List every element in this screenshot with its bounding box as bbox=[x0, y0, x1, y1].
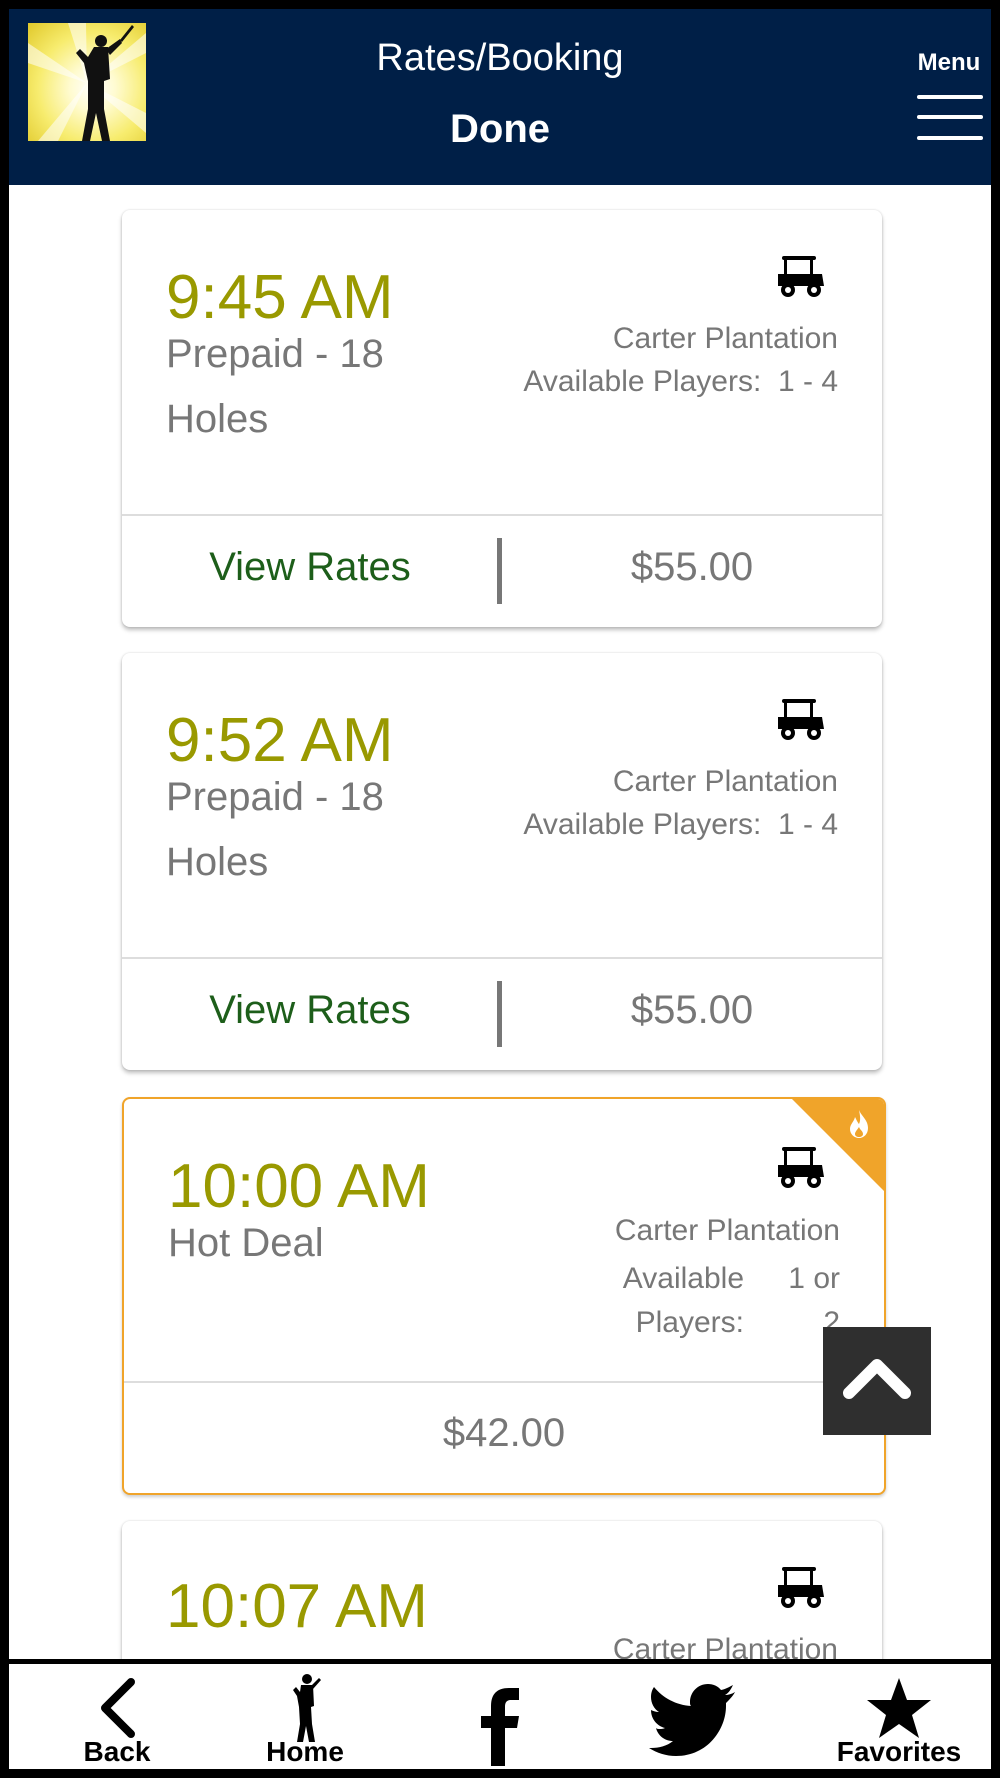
facebook-button[interactable] bbox=[469, 1664, 539, 1769]
home-label: Home bbox=[266, 1736, 344, 1767]
course-name: Carter Plantation bbox=[612, 765, 838, 798]
star-icon bbox=[867, 1678, 931, 1738]
rate-name: Prepaid - 18 Holes bbox=[166, 332, 384, 441]
players-value: 1 - 4 bbox=[777, 365, 838, 398]
tee-time-card[interactable]: 9:52 AM Prepaid - 18 Holes Carter Planta… bbox=[122, 653, 882, 1070]
chevron-up-icon bbox=[843, 1359, 911, 1399]
app-frame: Rates/Booking Done Menu 9:45 AM Prepaid … bbox=[9, 9, 991, 1769]
players-label: Available bbox=[622, 1262, 744, 1295]
price[interactable]: $42.00 bbox=[124, 1411, 884, 1456]
favorites-label: Favorites bbox=[836, 1736, 962, 1767]
players-label: Available Players: bbox=[523, 808, 762, 841]
header-bar: Rates/Booking Done Menu bbox=[9, 9, 991, 185]
favorites-button[interactable]: Favorites bbox=[829, 1664, 969, 1769]
tee-time-list[interactable]: 9:45 AM Prepaid - 18 Holes Carter Planta… bbox=[9, 185, 991, 1659]
players-label: Players: bbox=[635, 1306, 744, 1339]
menu-label: Menu bbox=[917, 49, 981, 76]
view-rates-button[interactable]: View Rates bbox=[122, 988, 498, 1033]
course-name: Carter Plantation bbox=[612, 1633, 838, 1659]
back-chevron-icon bbox=[101, 1678, 135, 1738]
golfer-home-icon bbox=[293, 1674, 321, 1742]
tee-time: 10:07 AM bbox=[166, 1572, 428, 1641]
done-button[interactable]: Done bbox=[9, 107, 991, 152]
golf-cart-icon bbox=[778, 1567, 824, 1608]
available-players: Available Players: 1 - 4 bbox=[523, 365, 838, 399]
facebook-icon bbox=[481, 1688, 519, 1766]
view-rates-button[interactable]: View Rates bbox=[122, 545, 498, 590]
scroll-to-top-button[interactable] bbox=[823, 1327, 931, 1435]
course-name: Carter Plantation bbox=[612, 322, 838, 355]
twitter-button[interactable] bbox=[649, 1664, 739, 1769]
golf-cart-icon bbox=[778, 1147, 824, 1188]
card-divider bbox=[124, 1381, 884, 1383]
flame-icon bbox=[850, 1110, 868, 1138]
hot-deal-card[interactable]: 10:00 AM Hot Deal Carter Plantation Avai… bbox=[122, 1097, 886, 1495]
golf-cart-icon bbox=[778, 699, 824, 740]
available-players: Available Players: 1 - 4 bbox=[523, 808, 838, 842]
home-button[interactable]: Home bbox=[235, 1664, 375, 1769]
card-divider bbox=[122, 514, 882, 516]
course-name: Carter Plantation bbox=[614, 1214, 840, 1247]
players-label: Available Players: bbox=[523, 365, 762, 398]
golf-cart-icon bbox=[778, 256, 824, 297]
players-value: 1 or bbox=[788, 1262, 840, 1295]
page-title: Rates/Booking bbox=[376, 37, 624, 79]
price: $55.00 bbox=[630, 545, 754, 589]
back-button[interactable]: Back bbox=[49, 1664, 185, 1769]
tee-time-card[interactable]: 9:45 AM Prepaid - 18 Holes Carter Planta… bbox=[122, 210, 882, 627]
card-divider bbox=[122, 957, 882, 959]
tee-time-card[interactable]: 10:07 AM Carter Plantation bbox=[122, 1521, 882, 1659]
players-value: 1 - 4 bbox=[777, 808, 838, 841]
rate-name: Prepaid - 18 Holes bbox=[166, 775, 384, 884]
price: $55.00 bbox=[630, 988, 754, 1032]
bottom-nav-bar: Back Home Favorites bbox=[9, 1659, 991, 1769]
back-label: Back bbox=[83, 1736, 151, 1767]
rate-name: Hot Deal bbox=[168, 1221, 324, 1265]
twitter-icon bbox=[649, 1684, 735, 1756]
menu-button[interactable]: Menu bbox=[913, 49, 985, 149]
